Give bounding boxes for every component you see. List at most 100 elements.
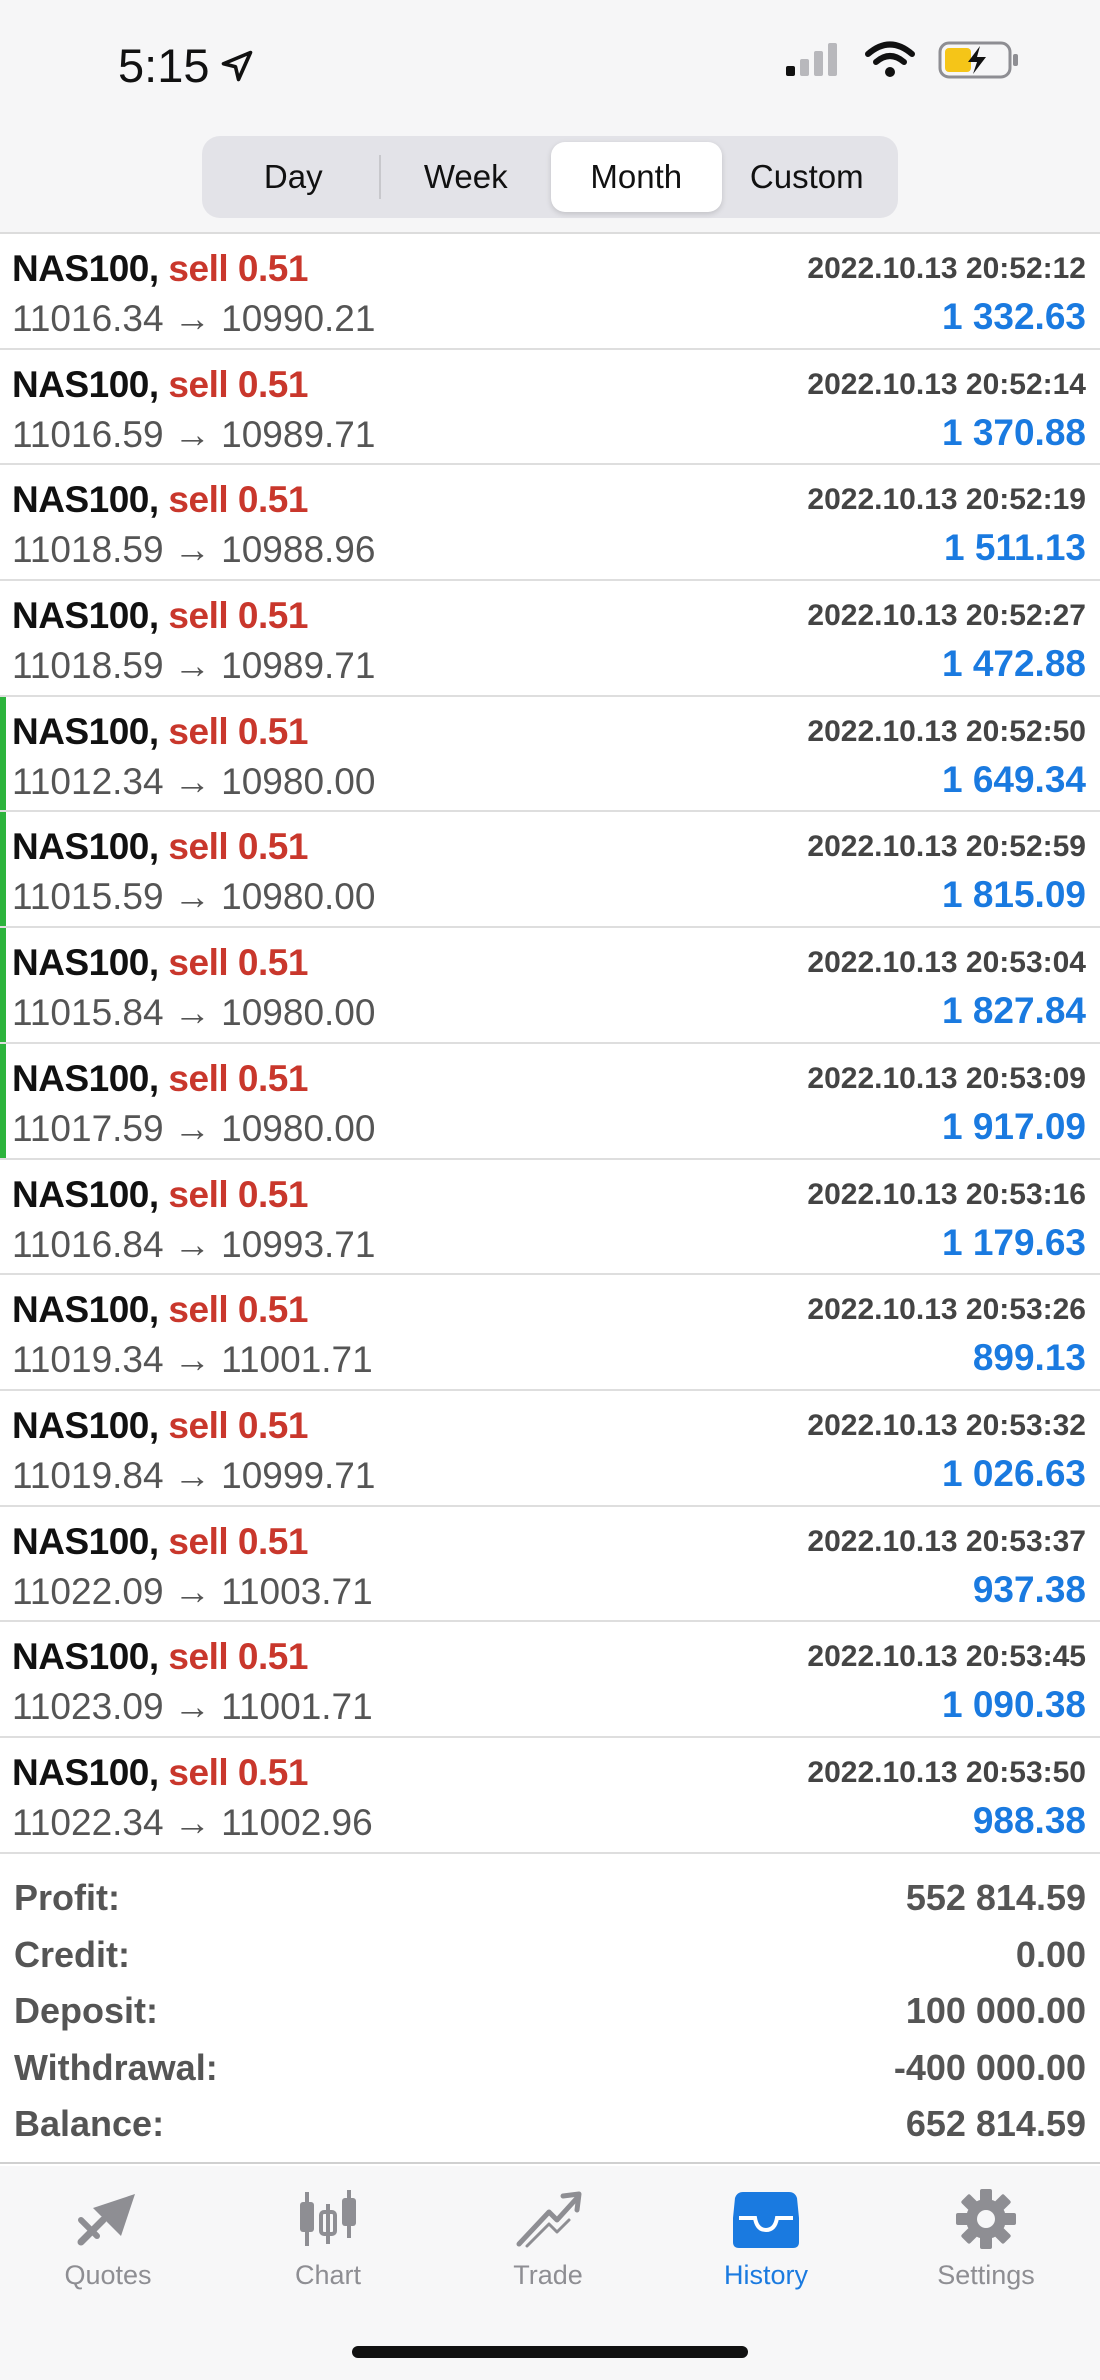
trade-profit: 1 649.34 xyxy=(941,758,1086,800)
trade-side: sell 0.51 xyxy=(168,826,308,868)
trade-side: sell 0.51 xyxy=(168,1289,308,1331)
trade-prices: 11016.84 → 10993.71 xyxy=(12,1223,376,1265)
tab-trade[interactable]: Trade xyxy=(458,2188,638,2291)
trade-title: NAS100, sell 0.51 xyxy=(12,479,308,521)
trade-title: NAS100, sell 0.51 xyxy=(12,1289,308,1331)
trade-profit: 1 511.13 xyxy=(944,527,1086,569)
trade-row[interactable]: NAS100, sell 0.51 11015.84 → 10980.00 2022… xyxy=(0,928,1100,1044)
trade-profit: 1 332.63 xyxy=(941,296,1086,337)
trade-symbol: NAS100, xyxy=(12,942,159,984)
trade-time: 2022.10.13 20:52:59 xyxy=(807,830,1086,864)
trade-profit: 1 090.38 xyxy=(941,1684,1086,1726)
segment-week[interactable]: Week xyxy=(381,142,552,212)
trade-prices: 11012.34 → 10980.00 xyxy=(12,760,376,802)
trade-row[interactable]: NAS100, sell 0.51 11022.34 → 11002.96 2022… xyxy=(0,1738,1100,1854)
trade-time: 2022.10.13 20:53:16 xyxy=(807,1177,1086,1211)
trade-symbol: NAS100, xyxy=(12,826,159,868)
trade-side: sell 0.51 xyxy=(168,1057,308,1099)
summary-value: 652 814.59 xyxy=(905,2103,1086,2145)
trade-profit: 1 815.09 xyxy=(941,874,1086,916)
battery-charging-icon xyxy=(938,41,1018,79)
trade-row[interactable]: NAS100, sell 0.51 11019.84 → 10999.71 2022… xyxy=(0,1391,1100,1507)
history-icon xyxy=(733,2192,799,2248)
header: 5:15 Day Week Month Custom xyxy=(0,0,1100,234)
trade-row[interactable]: NAS100, sell 0.51 11019.34 → 11001.71 2022… xyxy=(0,1275,1100,1391)
summary-row: Profit: 552 814.59 xyxy=(14,1870,1086,1927)
trade-row[interactable]: NAS100, sell 0.51 11017.59 → 10980.00 2022… xyxy=(0,1043,1100,1160)
trade-row[interactable]: NAS100, sell 0.51 11023.09 → 11001.71 2022… xyxy=(0,1622,1100,1738)
segment-month[interactable]: Month xyxy=(551,142,722,212)
segment-day[interactable]: Day xyxy=(208,142,379,212)
trade-title: NAS100, sell 0.51 xyxy=(12,711,308,753)
status-time-text: 5:15 xyxy=(118,39,210,92)
trade-row[interactable]: NAS100, sell 0.51 11015.59 → 10980.00 2022… xyxy=(0,812,1100,929)
trade-symbol: NAS100, xyxy=(12,1404,159,1446)
summary-label: Withdrawal: xyxy=(14,2046,218,2088)
trade-time: 2022.10.13 20:53:09 xyxy=(807,1061,1086,1095)
status-time: 5:15 xyxy=(118,38,255,93)
trade-prices: 11016.59 → 10989.71 xyxy=(12,413,376,455)
trade-row[interactable]: NAS100, sell 0.51 11016.84 → 10993.71 2022… xyxy=(0,1160,1100,1276)
quotes-icon xyxy=(77,2194,135,2246)
trade-time: 2022.10.13 20:53:50 xyxy=(807,1755,1086,1789)
trade-row[interactable]: NAS100, sell 0.51 11018.59 → 10989.71 2022… xyxy=(0,581,1100,697)
trade-symbol: NAS100, xyxy=(12,479,159,521)
trade-prices: 11015.59 → 10980.00 xyxy=(12,876,376,918)
trade-icon xyxy=(516,2191,582,2248)
chart-icon xyxy=(300,2190,356,2246)
trade-side: sell 0.51 xyxy=(168,1751,308,1793)
account-summary: Profit: 552 814.59 Credit: 0.00 Deposit: 100 … xyxy=(0,1870,1100,2153)
summary-label: Profit: xyxy=(14,1877,120,1919)
trade-title: NAS100, sell 0.51 xyxy=(12,826,308,868)
summary-label: Balance: xyxy=(14,2103,165,2145)
tab-chart[interactable]: Chart xyxy=(238,2188,418,2291)
tab-history[interactable]: History xyxy=(676,2188,856,2291)
trade-history-list: NAS100, sell 0.51 11016.34 → 10990.21 2022… xyxy=(0,234,1100,1854)
trade-time: 2022.10.13 20:53:45 xyxy=(807,1640,1086,1674)
summary-divider xyxy=(0,2162,1100,2164)
trade-time: 2022.10.13 20:52:12 xyxy=(807,252,1086,285)
trade-symbol: NAS100, xyxy=(12,248,159,289)
wifi-icon xyxy=(865,41,915,77)
trade-row[interactable]: NAS100, sell 0.51 11016.59 → 10989.71 2022… xyxy=(0,350,1100,466)
trade-row[interactable]: NAS100, sell 0.51 11022.09 → 11003.71 2022… xyxy=(0,1507,1100,1623)
tab-quotes[interactable]: Quotes xyxy=(18,2188,198,2291)
gear-icon xyxy=(956,2189,1016,2249)
trade-prices: 11018.59 → 10988.96 xyxy=(12,529,376,571)
trade-profit: 1 827.84 xyxy=(941,990,1086,1032)
trade-side: sell 0.51 xyxy=(168,942,308,984)
trade-row[interactable]: NAS100, sell 0.51 11018.59 → 10988.96 2022… xyxy=(0,465,1100,582)
tab-settings[interactable]: Settings xyxy=(896,2188,1076,2291)
summary-row: Credit: 0.00 xyxy=(14,1927,1086,1984)
period-segmented-control: Day Week Month Custom xyxy=(202,136,898,218)
trade-time: 2022.10.13 20:53:04 xyxy=(807,946,1086,980)
trade-profit: 1 179.63 xyxy=(941,1221,1086,1263)
trade-profit: 899.13 xyxy=(972,1337,1086,1379)
trade-symbol: NAS100, xyxy=(12,1173,159,1215)
trade-prices: 11015.84 → 10980.00 xyxy=(12,992,376,1034)
trade-prices: 11022.09 → 11003.71 xyxy=(12,1570,373,1612)
status-icons xyxy=(784,40,1020,80)
trade-title: NAS100, sell 0.51 xyxy=(12,1521,308,1563)
trade-profit: 1 917.09 xyxy=(941,1105,1086,1147)
trade-time: 2022.10.13 20:52:50 xyxy=(807,714,1086,748)
summary-value: -400 000.00 xyxy=(893,2046,1086,2088)
trade-row[interactable]: NAS100, sell 0.51 11016.34 → 10990.21 2022… xyxy=(0,234,1100,350)
trade-prices: 11019.34 → 11001.71 xyxy=(12,1339,373,1381)
summary-row: Deposit: 100 000.00 xyxy=(14,1983,1086,2040)
segment-custom[interactable]: Custom xyxy=(722,142,893,212)
trade-prices: 11019.84 → 10999.71 xyxy=(12,1454,376,1496)
trade-side: sell 0.51 xyxy=(168,595,308,637)
trade-prices: 11016.34 → 10990.21 xyxy=(12,298,376,339)
home-indicator xyxy=(352,2346,748,2358)
location-arrow-icon xyxy=(222,50,253,81)
trade-profit: 1 472.88 xyxy=(941,643,1086,685)
trade-time: 2022.10.13 20:52:14 xyxy=(807,367,1086,401)
trade-title: NAS100, sell 0.51 xyxy=(12,595,308,637)
trade-row[interactable]: NAS100, sell 0.51 11012.34 → 10980.00 2022… xyxy=(0,696,1100,813)
trade-symbol: NAS100, xyxy=(12,1289,159,1331)
trade-profit: 1 370.88 xyxy=(941,411,1086,453)
trade-symbol: NAS100, xyxy=(12,595,159,637)
trade-title: NAS100, sell 0.51 xyxy=(12,1174,308,1216)
summary-label: Credit: xyxy=(14,1933,130,1975)
